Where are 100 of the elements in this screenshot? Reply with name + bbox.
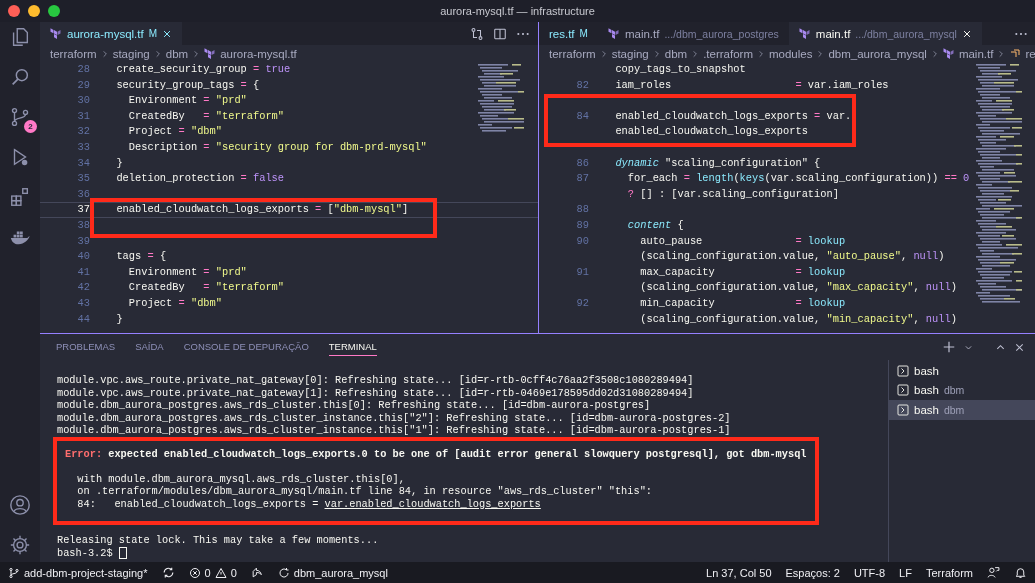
search-icon[interactable] — [9, 66, 31, 88]
terminal-session[interactable]: bash — [889, 361, 1035, 381]
code-line: enabled_cloudwatch_logs_exports — [614, 124, 809, 140]
task-status[interactable]: dbm_aurora_mysql — [277, 566, 388, 579]
code-line: max_capacity = lookup — [639, 264, 847, 280]
breadcrumb[interactable]: staging — [112, 47, 150, 60]
line-number: 82 — [575, 77, 589, 93]
warning-icon — [214, 566, 227, 579]
code-line: (scaling_configuration.value, "auto_pause", null) — [639, 249, 946, 265]
minimap-drawing — [478, 64, 524, 134]
line-number: 28 — [76, 62, 90, 77]
terminal-line: on .terraform/modules/dbm_aurora_mysql/main.tf line 84, in resource "aws_rds_cluster" "this": — [76, 485, 653, 498]
breadcrumb[interactable]: dbm — [664, 47, 688, 60]
editor-tab[interactable]: aurora-mysql.tf M — [40, 22, 183, 45]
code-line: copy_tags_to_snapshot — [614, 62, 747, 77]
terminal-icon — [897, 364, 909, 377]
line-number: 33 — [76, 139, 90, 155]
terraform-icon — [204, 47, 217, 60]
breadcrumb[interactable]: dbm_aurora_mysql — [828, 47, 927, 60]
panel-tab[interactable]: SAÍDA — [135, 338, 164, 356]
language-status[interactable]: Terraform — [925, 566, 973, 579]
code-line: (scaling_configuration.value, "max_capacity", null) — [639, 280, 958, 296]
zoom-window-button[interactable] — [48, 5, 60, 17]
editor-tab[interactable]: main.tf .../dbm_aurora_postgres — [597, 22, 789, 45]
line-number: 36 — [76, 186, 90, 202]
chevron-icon — [652, 48, 661, 59]
code-line: Environment = "prd" — [127, 264, 248, 280]
line-number: 90 — [575, 233, 589, 249]
close-icon[interactable] — [162, 28, 173, 39]
error-icon — [188, 566, 201, 579]
code-line: ? [] : [var.scaling_configuration] — [626, 186, 840, 202]
terminal-link[interactable]: var.enabled_cloudwatch_logs_exports — [324, 497, 541, 510]
code-line: CreatedBy = "terraform" — [127, 108, 286, 124]
code-line: min_capacity = lookup — [639, 295, 847, 311]
breadcrumb[interactable]: main.tf — [958, 47, 994, 60]
account-icon[interactable] — [9, 494, 31, 516]
line-number: 32 — [76, 124, 90, 140]
terminal-line: module.vpc.aws_route.private_nat_gateway[0]: Refreshing state... [id=r-rtb-0cff4c76aa2f3508c1080289494] — [57, 374, 694, 387]
terminal-session[interactable]: bash dbm — [889, 400, 1035, 420]
code-line: (scaling_configuration.value, "min_capacity", null) — [639, 311, 958, 327]
editor-tab[interactable]: res.tf M — [539, 22, 598, 45]
symbol-icon — [1009, 47, 1022, 60]
line-number: 31 — [76, 108, 90, 124]
terminal-line: module.dbm_aurora_postgres.aws_rds_cluster.this[0]: Refreshing state... [id=dbm-aurora-postgres] — [57, 399, 651, 412]
terminal-line: Error: expected enabled_cloudwatch_logs_exports.0 to be one of [audit error general slowquery postgresql], got dbm-mysql — [65, 447, 807, 460]
panel-tab[interactable]: TERMINAL — [328, 338, 377, 356]
close-window-button[interactable] — [8, 5, 20, 17]
window-title: aurora-mysql.tf — infrastructure — [440, 5, 595, 17]
breadcrumb[interactable]: dbm — [165, 47, 189, 60]
problems-status[interactable]: 0 0 — [188, 566, 237, 579]
breadcrumb[interactable]: terraform — [549, 47, 596, 60]
feedback-icon[interactable] — [987, 566, 1000, 579]
line-number: 40 — [76, 249, 90, 265]
panel-tab[interactable]: PROBLEMAS — [56, 338, 116, 356]
code-line: } — [115, 155, 124, 171]
minimize-window-button[interactable] — [28, 5, 40, 17]
cursor-position[interactable]: Ln 37, Col 50 — [706, 566, 772, 579]
split-editor-icon[interactable] — [493, 26, 507, 41]
settings-icon[interactable] — [9, 534, 31, 556]
plus-icon[interactable] — [942, 340, 956, 354]
line-number: 86 — [575, 155, 589, 171]
chevron-icon — [691, 48, 700, 59]
chevron-icon — [930, 48, 939, 59]
terminal-line: Releasing state lock. This may take a few moments... — [57, 534, 379, 547]
chevron-icon — [599, 48, 608, 59]
editor-tab[interactable]: main.tf .../dbm_aurora_mysql — [788, 22, 982, 45]
branch-status[interactable]: add-dbm-project-staging* — [8, 566, 148, 579]
line-number: 34 — [76, 155, 90, 171]
chevron-icon — [756, 48, 765, 59]
compare-changes-icon[interactable] — [470, 26, 484, 41]
terminal-icon — [897, 403, 909, 416]
code-line: tags = { — [115, 249, 168, 265]
terminal-line: module.vpc.aws_route.private_nat_gateway[1]: Refreshing state... [id=r-rtb-0469e178595dd02d31080289494] — [57, 386, 694, 399]
breadcrumb[interactable]: staging — [611, 47, 649, 60]
indentation-status[interactable]: Espaços: 2 — [785, 566, 840, 579]
code-line: content { — [626, 217, 685, 233]
extensions-icon[interactable] — [9, 186, 31, 208]
chevron-icon — [100, 48, 109, 59]
breadcrumb[interactable]: terraform — [50, 47, 97, 60]
terminal-session[interactable]: bash dbm — [889, 380, 1035, 400]
terminal-icon — [897, 384, 909, 397]
breadcrumb[interactable]: .terraform — [703, 47, 753, 60]
line-number: 84 — [575, 108, 589, 124]
panel-tab[interactable]: CONSOLE DE DEPURAÇÃO — [183, 338, 309, 356]
code-line: deletion_protection = false — [115, 171, 286, 187]
close-icon[interactable] — [961, 28, 972, 39]
line-ending-status[interactable]: LF — [899, 566, 912, 579]
encoding-status[interactable]: UTF-8 — [853, 566, 886, 579]
breadcrumb[interactable]: aurora-mysql.tf — [220, 47, 297, 60]
breadcrumb[interactable]: modules — [768, 47, 813, 60]
breadcrumb[interactable]: re — [1025, 47, 1035, 60]
line-number: 29 — [76, 77, 90, 93]
close-icon[interactable] — [1014, 341, 1025, 353]
sync-icon[interactable] — [161, 566, 175, 579]
bell-icon[interactable] — [1014, 566, 1027, 579]
notification-badge: 2 — [24, 120, 37, 133]
code-line: create_security_group = true — [115, 62, 292, 77]
source-control-icon[interactable] — [9, 106, 31, 128]
line-number: 44 — [76, 311, 90, 327]
line-number: 91 — [575, 264, 589, 280]
